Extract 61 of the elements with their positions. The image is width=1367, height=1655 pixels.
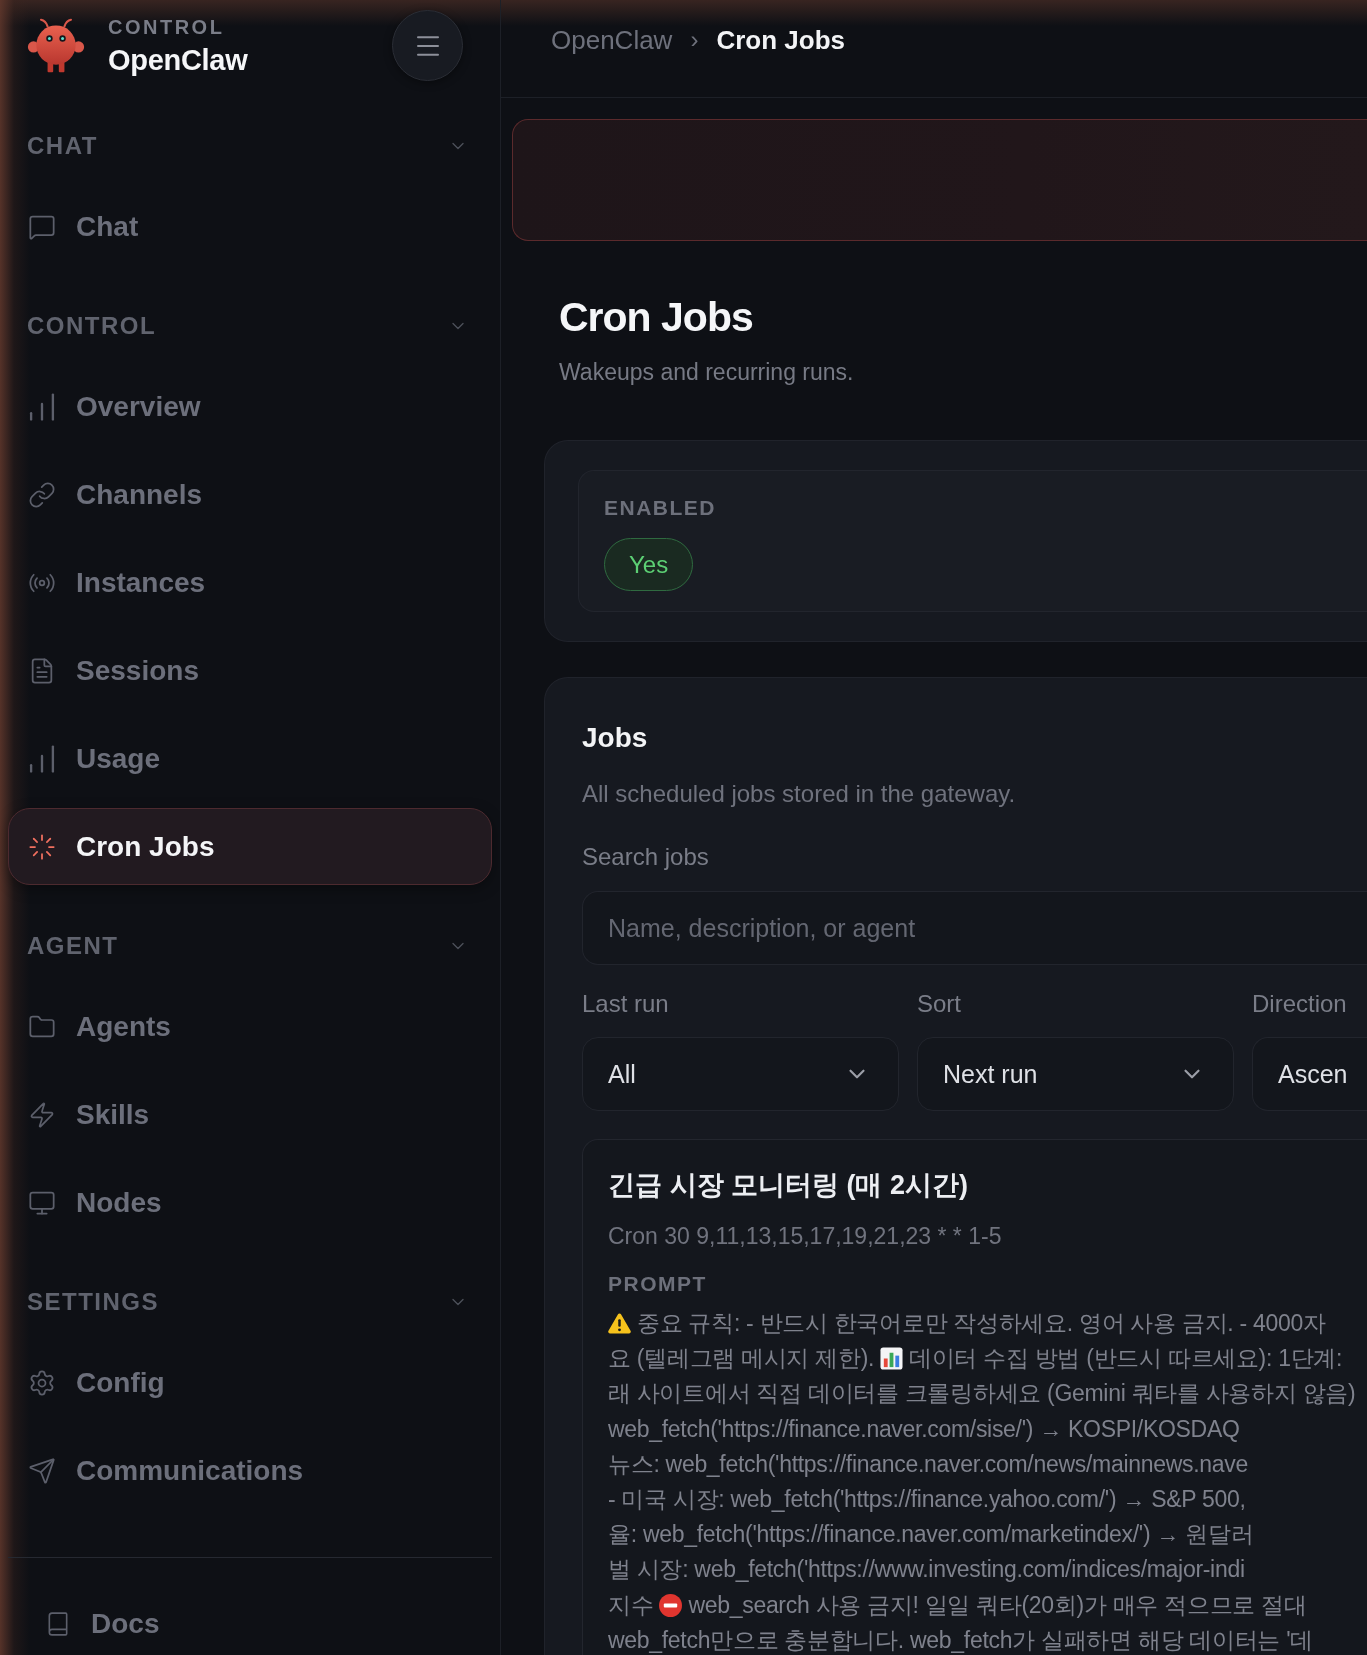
- bar-chart-icon: [28, 744, 56, 773]
- docs-link[interactable]: Docs: [45, 1596, 160, 1652]
- job-title: 긴급 시장 모니터링 (매 2시간): [608, 1169, 969, 1202]
- settings-icon: [28, 1368, 56, 1397]
- filter-label: Last run: [582, 989, 670, 1019]
- page-title: Cron Jobs: [559, 293, 754, 341]
- search-label: Search jobs: [582, 842, 710, 872]
- filter-dropdown[interactable]: Ascen: [1252, 1037, 1367, 1111]
- section-description: All scheduled jobs stored in the gateway.: [582, 779, 1017, 809]
- lightning-icon: [28, 1100, 56, 1129]
- status-label: ENABLED: [604, 495, 716, 521]
- nav-item[interactable]: Skills: [8, 1076, 492, 1153]
- link-icon: [28, 480, 56, 509]
- paper-plane-icon: [28, 1456, 56, 1485]
- section-header[interactable]: CONTROL: [8, 306, 492, 346]
- prompt-text: web_fetch만으로 충분합니다. web_fetch가 실패하면 해당 데이터는 '데: [608, 1625, 1314, 1655]
- brand-name: OpenClaw: [108, 43, 248, 77]
- prompt-text: 벌 시장: web_fetch('https://www.investing.com/indices/major-indi: [608, 1555, 1245, 1585]
- breadcrumb-link[interactable]: OpenClaw: [551, 24, 673, 56]
- status-pill: Yes: [604, 538, 694, 591]
- prompt-text: 요 (텔레그램 메시지 제한).: [608, 1344, 875, 1374]
- job-schedule: Cron 30 9,11,13,15,17,19,21,23 * * 1-5: [608, 1222, 1003, 1251]
- section-title: Jobs: [582, 721, 649, 755]
- prompt-text: web_search 사용 금지! 일일 쿼타(20회)가 매우 적으므로 절대: [688, 1590, 1307, 1620]
- search-field[interactable]: Name, description, or agent: [582, 891, 1367, 965]
- prompt-text: 데이터 수집 방법 (반드시 따르세요): 1단계:: [909, 1344, 1343, 1374]
- bar-chart-icon: [28, 392, 56, 421]
- nav-item[interactable]: Overview: [8, 368, 492, 445]
- filter-label: Direction: [1252, 989, 1348, 1019]
- nav-item[interactable]: Instances: [8, 544, 492, 621]
- prompt-text: 지수: [608, 1590, 654, 1620]
- brand-caption: CONTROL: [108, 15, 225, 39]
- section-header[interactable]: CHAT: [8, 126, 492, 166]
- prompt-label: PROMPT: [608, 1271, 708, 1297]
- nav-item[interactable]: Cron Jobs: [8, 808, 492, 885]
- filter-dropdown[interactable]: Next run: [917, 1037, 1234, 1111]
- nav-item[interactable]: Chat: [8, 188, 492, 265]
- filter-label: Sort: [917, 989, 962, 1019]
- warning-icon: [608, 1312, 631, 1336]
- nav-item[interactable]: Config: [8, 1344, 492, 1421]
- section-header[interactable]: SETTINGS: [8, 1282, 492, 1322]
- no-entry-icon: [659, 1593, 683, 1617]
- prompt-text: - 미국 시장: web_fetch('https://finance.yahoo.com/') → S&P 500,: [608, 1485, 1246, 1515]
- nav-item[interactable]: Usage: [8, 720, 492, 797]
- filter-dropdown[interactable]: All: [582, 1037, 899, 1111]
- prompt-text: 율: web_fetch('https://finance.naver.com/marketindex/') → 원달러: [608, 1520, 1254, 1550]
- nav-item[interactable]: Nodes: [8, 1164, 492, 1241]
- nav-item[interactable]: Communications: [8, 1432, 492, 1509]
- prompt-text: 중요 규칙: - 반드시 한국어로만 작성하세요. 영어 사용 금지. - 4000자: [637, 1309, 1326, 1339]
- prompt-text: 뉴스: web_fetch('https://finance.naver.com/news/mainnews.nave: [608, 1449, 1248, 1479]
- nav-item[interactable]: Channels: [8, 456, 492, 533]
- nav-item[interactable]: Sessions: [8, 632, 492, 709]
- spinner-icon: [28, 832, 56, 861]
- prompt-text: web_fetch('https://finance.naver.com/sise/') → KOSPI/KOSDAQ: [608, 1415, 1240, 1443]
- breadcrumb-current: Cron Jobs: [716, 24, 845, 56]
- page-subtitle: Wakeups and recurring runs.: [559, 358, 855, 387]
- prompt-text: 래 사이트에서 직접 데이터를 크롤링하세요 (Gemini 쿼타를 사용하지 않음): [608, 1379, 1356, 1409]
- breadcrumb-separator: ›: [690, 25, 699, 55]
- bar-chart-icon: [880, 1347, 904, 1371]
- nav-item[interactable]: Agents: [8, 988, 492, 1065]
- section-header[interactable]: AGENT: [8, 926, 492, 966]
